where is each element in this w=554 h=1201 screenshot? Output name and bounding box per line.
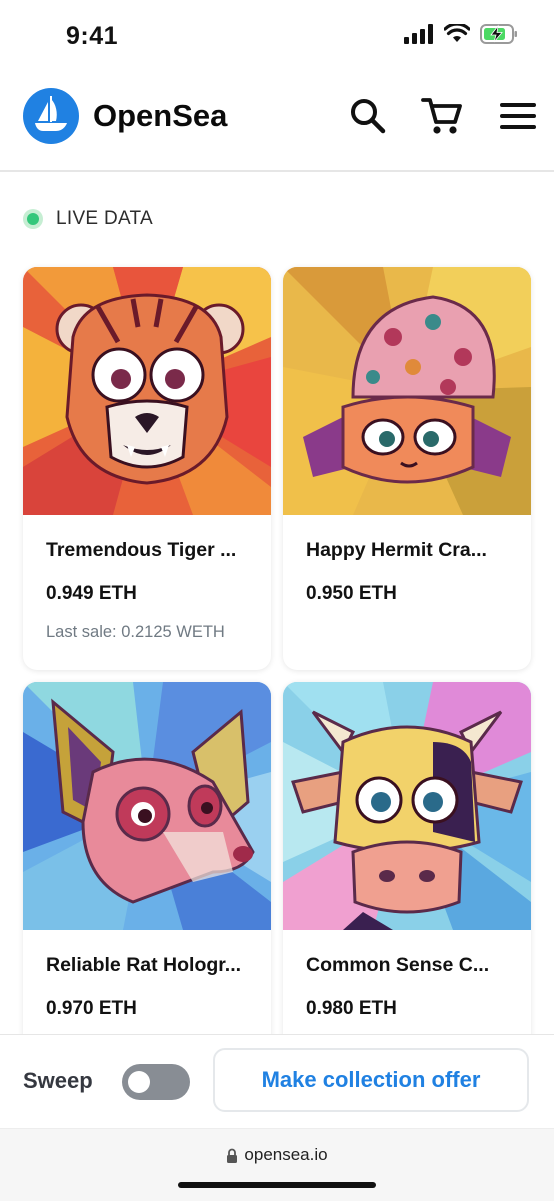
bottom-action-bar: Sweep Make collection offer	[0, 1034, 554, 1129]
status-icons	[404, 24, 518, 44]
search-button[interactable]	[346, 94, 390, 138]
wifi-icon	[444, 24, 470, 42]
nft-name: Reliable Rat Hologr...	[46, 954, 242, 976]
menu-icon	[500, 103, 536, 129]
lock-icon	[227, 1148, 238, 1163]
live-dot-icon	[23, 209, 43, 229]
nft-price: 0.949 ETH	[46, 583, 137, 604]
make-collection-offer-button[interactable]: Make collection offer	[213, 1048, 529, 1112]
cart-button[interactable]	[420, 94, 464, 138]
home-indicator[interactable]	[178, 1182, 376, 1188]
boat-icon	[35, 96, 67, 131]
search-icon	[351, 99, 386, 134]
nft-last-sale: Last sale: 0.2125 WETH	[46, 623, 225, 641]
live-data-label: LIVE DATA	[56, 208, 154, 229]
browser-url-bar: opensea.io	[0, 1128, 554, 1201]
opensea-logo[interactable]	[23, 88, 79, 144]
nft-card[interactable]: Common Sense C... 0.980 ETH	[283, 682, 531, 1062]
nft-image-tiger	[23, 267, 271, 515]
nft-price: 0.950 ETH	[306, 583, 397, 604]
nft-price: 0.980 ETH	[306, 998, 397, 1019]
nft-name: Common Sense C...	[306, 954, 490, 976]
sweep-label: Sweep	[23, 1068, 93, 1093]
nft-card[interactable]: Tremendous Tiger ... 0.949 ETH Last sale…	[23, 267, 271, 670]
status-bar: 9:41	[0, 0, 554, 72]
nft-price: 0.970 ETH	[46, 998, 137, 1019]
nft-image-hermit-crab	[283, 267, 531, 515]
url-display[interactable]: opensea.io	[0, 1145, 554, 1165]
nft-card[interactable]: Reliable Rat Hologr... 0.970 ETH	[23, 682, 271, 1062]
menu-button[interactable]	[496, 94, 540, 138]
nft-name: Tremendous Tiger ...	[46, 539, 237, 561]
nft-name: Happy Hermit Cra...	[306, 539, 487, 561]
toggle-knob	[128, 1071, 150, 1093]
brand-name[interactable]: OpenSea	[93, 98, 227, 134]
nft-card[interactable]: Happy Hermit Cra... 0.950 ETH	[283, 267, 531, 670]
status-time: 9:41	[66, 22, 119, 50]
cart-icon	[421, 98, 462, 134]
url-text: opensea.io	[244, 1145, 328, 1164]
nft-image-rat	[23, 682, 271, 930]
sweep-toggle[interactable]	[122, 1064, 190, 1100]
live-data-indicator: LIVE DATA	[23, 208, 153, 230]
signal-icon	[404, 24, 433, 44]
app-header: OpenSea	[0, 72, 554, 172]
nft-image-cow	[283, 682, 531, 930]
battery-charging-icon	[480, 24, 517, 44]
